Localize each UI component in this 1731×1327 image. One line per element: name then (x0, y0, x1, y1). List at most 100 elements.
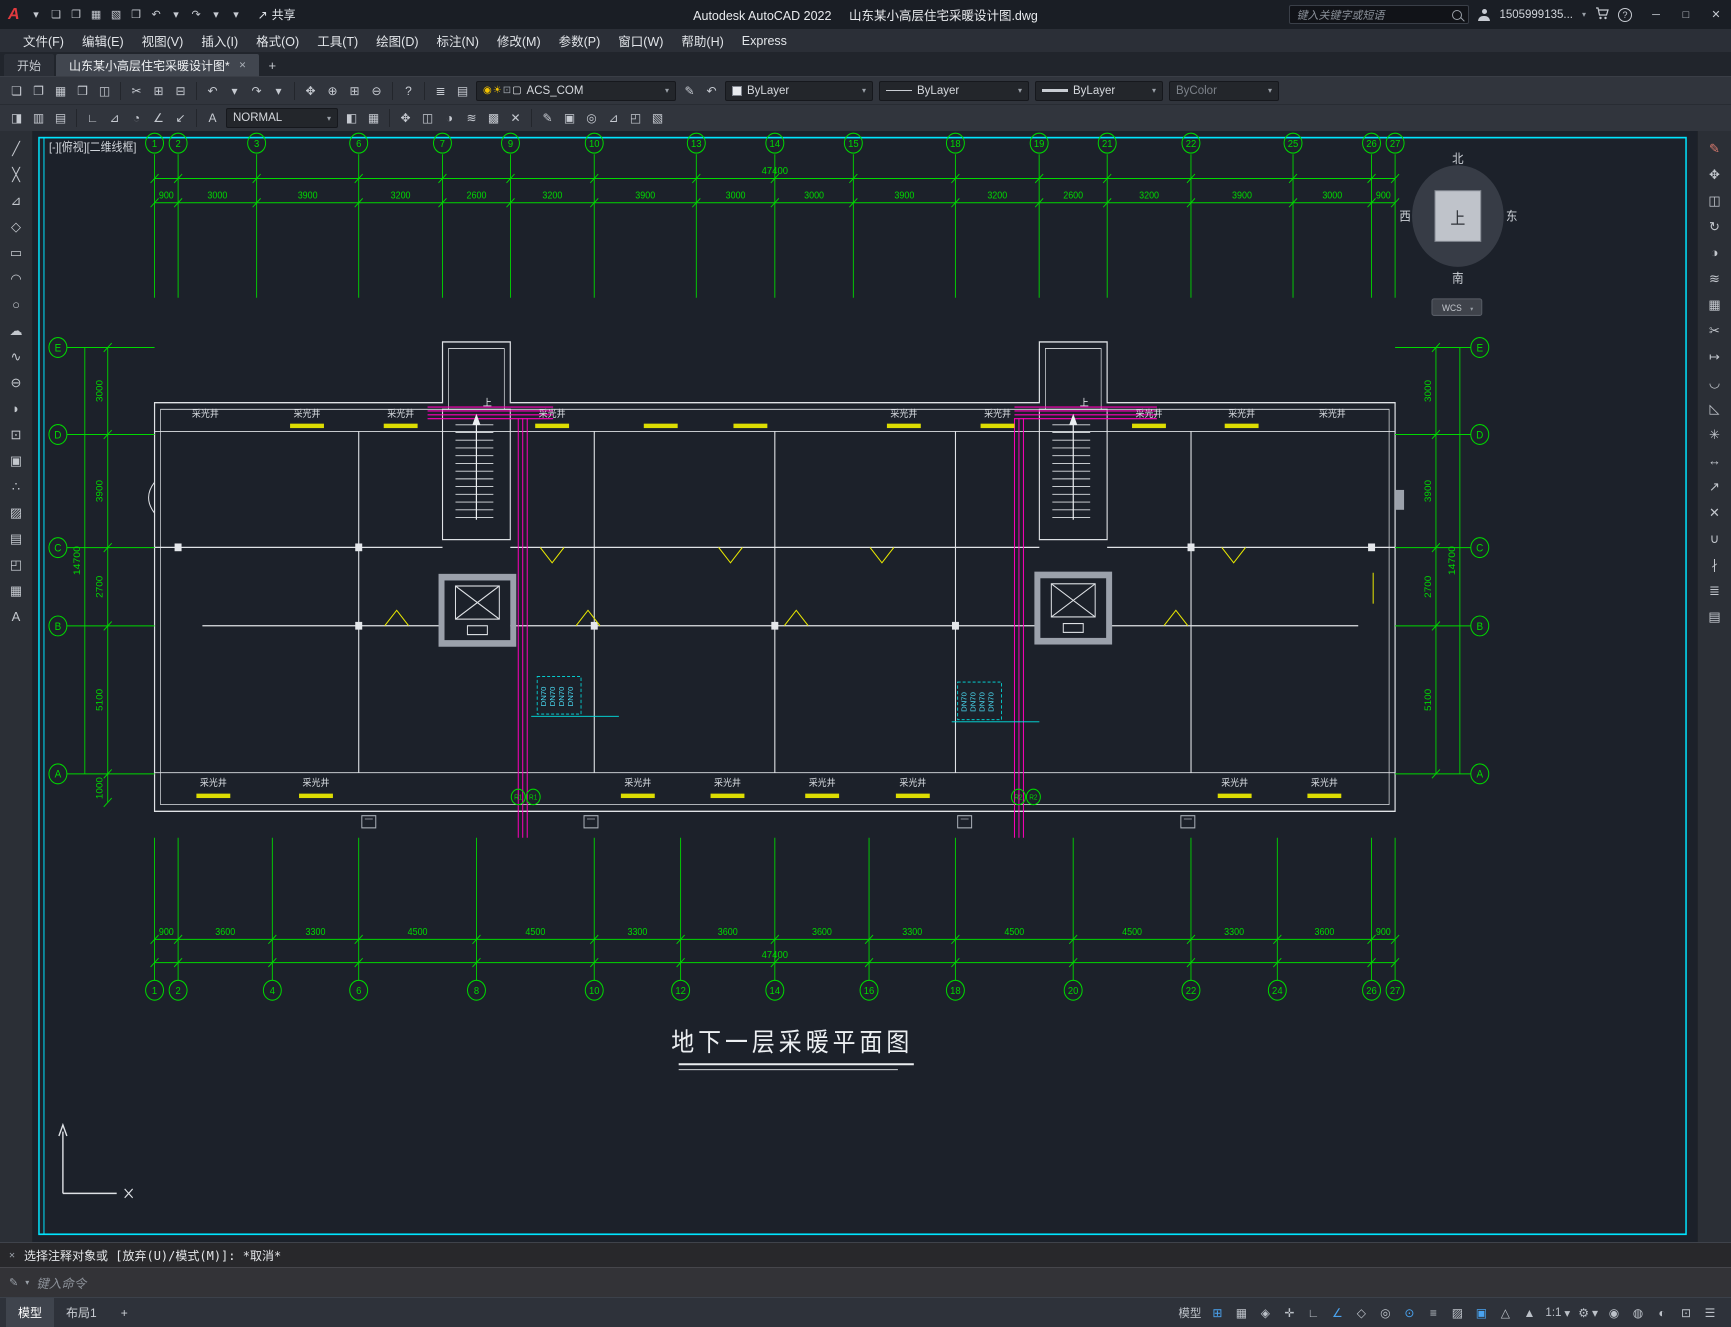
modify-move-icon[interactable]: ✥ (395, 108, 416, 129)
layer-color-icon[interactable]: ▢ (512, 85, 521, 96)
object-group-icon[interactable]: ◎ (581, 108, 602, 129)
view-compass[interactable]: 上 北南 西 东 (1399, 151, 1517, 285)
selection-cycling-icon[interactable]: ▣ (1470, 1301, 1492, 1325)
menu-draw[interactable]: 绘图(D) (367, 29, 427, 52)
wcs-control[interactable]: WCS ▾ (1431, 298, 1483, 316)
open-icon[interactable]: ❐ (67, 5, 86, 25)
cart-icon[interactable] (1595, 6, 1609, 23)
plan-drawing[interactable]: 1 2 3 6 7 9 10 13 14 15 18 19 21 22 25 26 2747400900 3000… (33, 131, 1697, 1242)
modify-array-icon[interactable]: ▩ (483, 108, 504, 129)
zoom-realtime-icon[interactable]: ⊕ (322, 80, 343, 101)
tab-close-icon[interactable]: ✕ (239, 60, 247, 71)
new-icon[interactable]: ❏ (47, 5, 66, 25)
gradient-icon[interactable]: ▤ (4, 527, 28, 550)
workspace-switching-icon[interactable]: ⚙ ▾ (1575, 1301, 1601, 1325)
close-button[interactable]: ✕ (1701, 0, 1731, 29)
help-icon[interactable]: ? (398, 80, 419, 101)
hatch-icon[interactable]: ▨ (4, 501, 28, 524)
offset-tool-icon[interactable]: ≋ (1703, 267, 1727, 290)
join-tool-icon[interactable]: ∪ (1703, 527, 1727, 550)
isolate-objects-icon[interactable]: ◐ (1651, 1301, 1673, 1325)
make-block-icon[interactable]: ▣ (4, 449, 28, 472)
layer-on-icon[interactable]: ◉ (483, 85, 492, 96)
dim-style-icon[interactable]: ◧ (341, 108, 362, 129)
command-input-placeholder[interactable]: 键入命令 (36, 1273, 86, 1292)
block-editor-icon[interactable]: ▣ (559, 108, 580, 129)
new-drawing-icon[interactable]: ❏ (6, 80, 27, 101)
color-dropdown[interactable]: ByLayer ▾ (725, 80, 873, 101)
model-tab[interactable]: 模型 (6, 1297, 55, 1327)
redo-list-icon[interactable]: ▾ (268, 80, 289, 101)
undo-dropdown-icon[interactable]: ▾ (167, 5, 186, 25)
new-layout-button[interactable]: + (109, 1298, 140, 1327)
text-style-icon-icon[interactable]: A (202, 108, 223, 129)
modify-erase-icon[interactable]: ✕ (505, 108, 526, 129)
hardware-acceleration-icon[interactable]: ◍ (1627, 1301, 1649, 1325)
multileader-icon[interactable]: ↙ (170, 108, 191, 129)
layer-previous-icon[interactable]: ↶ (701, 80, 722, 101)
menu-edit[interactable]: 编辑(E) (73, 29, 133, 52)
menu-express[interactable]: Express (733, 29, 796, 52)
dim-angular-icon[interactable]: ∠ (148, 108, 169, 129)
ellipse-arc-icon[interactable]: ◗ (4, 397, 28, 420)
drawing-canvas[interactable]: 1 2 3 6 7 9 10 13 14 15 18 19 21 22 25 26 27 47400 900 3000… (33, 131, 1697, 1242)
layers-panel-icon[interactable]: ▤ (1703, 605, 1727, 628)
command-customize-icon[interactable]: ✎ (9, 1276, 18, 1289)
circle-icon[interactable]: ○ (4, 293, 28, 316)
layer-lock-icon[interactable]: ⊡ (503, 85, 511, 96)
save-icon[interactable]: ▦ (87, 5, 106, 25)
annotation-autoscale-icon[interactable]: ▲ (1518, 1301, 1540, 1325)
paste-clip-icon[interactable]: ⊟ (170, 80, 191, 101)
plot-preview-icon[interactable]: ◫ (94, 80, 115, 101)
save-drawing-icon[interactable]: ▦ (50, 80, 71, 101)
match-properties-icon[interactable]: ✎ (537, 108, 558, 129)
redo-icon[interactable]: ↷ (187, 5, 206, 25)
revision-cloud-icon[interactable]: ☁ (4, 319, 28, 342)
construction-line-icon[interactable]: ╳ (4, 163, 28, 186)
rectangle-icon[interactable]: ▭ (4, 241, 28, 264)
mirror-tool-icon[interactable]: ◑ (1703, 241, 1727, 264)
menu-file[interactable]: 文件(F) (14, 29, 73, 52)
linetype-dropdown[interactable]: ByLayer ▾ (879, 80, 1029, 101)
app-menu-icon[interactable]: ▾ (27, 5, 46, 25)
search-box[interactable]: 键入关键字或短语 (1289, 5, 1470, 24)
dim-aligned-icon[interactable]: ⊿ (104, 108, 125, 129)
layer-states-icon[interactable]: ▤ (452, 80, 473, 101)
menu-view[interactable]: 视图(V) (133, 29, 193, 52)
infer-constraints-icon[interactable]: ◈ (1254, 1301, 1276, 1325)
modify-copy-icon[interactable]: ◫ (417, 108, 438, 129)
menu-dimension[interactable]: 标注(N) (428, 29, 488, 52)
maximize-button[interactable]: □ (1671, 0, 1701, 29)
copy-tool-icon[interactable]: ◫ (1703, 189, 1727, 212)
new-tab-button[interactable]: + (261, 54, 283, 76)
scale-tool-icon[interactable]: ↗ (1703, 475, 1727, 498)
open-drawing-icon[interactable]: ❐ (28, 80, 49, 101)
user-name[interactable]: 1505999135... (1499, 9, 1573, 21)
external-references-icon[interactable]: ◰ (625, 108, 646, 129)
trim-tool-icon[interactable]: ✂ (1703, 319, 1727, 342)
break-tool-icon[interactable]: ∤ (1703, 553, 1727, 576)
menu-parametric[interactable]: 参数(P) (550, 29, 610, 52)
command-close-icon[interactable]: ✕ (9, 1250, 15, 1261)
layer-dropdown[interactable]: ◉ ☀ ⊡ ▢ ACS_COM ▾ (476, 80, 676, 101)
make-object-layer-current-icon[interactable]: ✎ (679, 80, 700, 101)
menu-modify[interactable]: 修改(M) (488, 29, 550, 52)
annotation-visibility-icon[interactable]: △ (1494, 1301, 1516, 1325)
zoom-window-icon[interactable]: ⊞ (344, 80, 365, 101)
undo-icon[interactable]: ↶ (147, 5, 166, 25)
tab-start[interactable]: 开始 (4, 54, 55, 76)
menu-help[interactable]: 帮助(H) (672, 29, 732, 52)
explode-tool-icon[interactable]: ✳ (1703, 423, 1727, 446)
redo-dropdown-icon[interactable]: ▾ (207, 5, 226, 25)
snap-mode-icon[interactable]: ▦ (1230, 1301, 1252, 1325)
array-tool-icon[interactable]: ▦ (1703, 293, 1727, 316)
copy-clip-icon[interactable]: ⊞ (148, 80, 169, 101)
layout1-tab[interactable]: 布局1 (54, 1298, 109, 1327)
pan-icon[interactable]: ✥ (300, 80, 321, 101)
stretch-tool-icon[interactable]: ↔ (1703, 449, 1727, 472)
isometric-drafting-icon[interactable]: ◇ (1350, 1301, 1372, 1325)
annotation-scale[interactable]: 1:1 ▾ (1542, 1301, 1573, 1325)
minimize-button[interactable]: ─ (1641, 0, 1671, 29)
line-icon[interactable]: ╱ (4, 137, 28, 160)
qat-customize-icon[interactable]: ▾ (227, 5, 246, 25)
